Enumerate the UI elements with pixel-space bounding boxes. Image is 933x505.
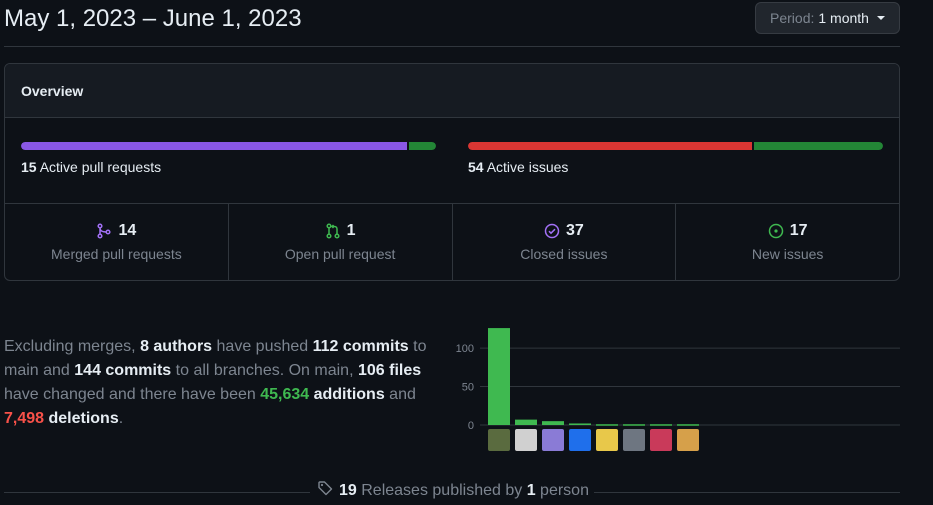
header: May 1, 2023 – June 1, 2023 Period: 1 mon…: [4, 0, 900, 47]
contributors-bar-chart: 0 50 100: [456, 328, 900, 451]
stat-new-count: 17: [789, 222, 808, 239]
avatar[interactable]: [677, 429, 699, 451]
bar: [623, 424, 645, 426]
commits-main-link[interactable]: 112 commits: [313, 338, 409, 355]
overview-bars: 15 Active pull requests 54 Active issues: [5, 118, 899, 204]
overview-stats: 14 Merged pull requests 1 Open pull requ…: [5, 204, 899, 280]
avatar[interactable]: [542, 429, 564, 451]
commits-all-link[interactable]: 144 commits: [74, 362, 171, 379]
stat-open-count: 1: [346, 222, 356, 239]
bar: [515, 419, 537, 425]
y-tick-label: 50: [462, 382, 474, 394]
stat-merged-count: 14: [118, 222, 137, 239]
merged-pr-icon: [96, 223, 112, 239]
overview-header: Overview: [5, 64, 899, 118]
y-tick-label: 0: [468, 420, 474, 432]
stat-new-issues[interactable]: 17 New issues: [676, 204, 899, 280]
bar: [677, 424, 699, 426]
pr-summary[interactable]: 15 Active pull requests: [21, 142, 436, 175]
stat-merged-label: Merged pull requests: [51, 246, 182, 262]
tag-icon: [317, 480, 333, 501]
period-value: 1 month: [818, 10, 869, 26]
pr-merged-segment: [21, 142, 407, 150]
avatar[interactable]: [569, 429, 591, 451]
issues-label: Active issues: [486, 159, 569, 175]
closed-issue-icon: [544, 223, 560, 239]
releases-row: 19 Releases published by 1 person: [4, 478, 900, 500]
commit-summary: Excluding merges, 8 authors have pushed …: [4, 335, 444, 431]
issues-closed-segment: [468, 142, 753, 150]
avatar[interactable]: [515, 429, 537, 451]
bar: [569, 423, 591, 425]
caret-down-icon: [876, 16, 885, 20]
stat-new-label: New issues: [751, 246, 824, 262]
releases-link[interactable]: 19 Releases published by 1 person: [317, 480, 589, 501]
issues-summary[interactable]: 54 Active issues: [468, 142, 883, 175]
period-label: Period:: [770, 10, 815, 26]
summary-text: to all branches. On main,: [171, 362, 358, 379]
releases-divider-right: [594, 492, 900, 493]
issues-count: 54: [468, 159, 484, 175]
open-pr-icon: [325, 223, 341, 239]
pr-count: 15: [21, 159, 37, 175]
bar: [650, 424, 672, 426]
summary-text: have changed and there have been: [4, 386, 261, 403]
stat-merged-prs[interactable]: 14 Merged pull requests: [5, 204, 229, 280]
pr-summary-label: 15 Active pull requests: [21, 159, 436, 175]
avatar[interactable]: [623, 429, 645, 451]
stat-closed-count: 37: [565, 222, 584, 239]
issues-progress-bar: [468, 142, 883, 150]
issues-summary-label: 54 Active issues: [468, 159, 883, 175]
pr-open-segment: [408, 142, 436, 150]
date-range-title: May 1, 2023 – June 1, 2023: [4, 5, 302, 32]
overview-panel: Overview 15 Active pull requests 54 Acti…: [4, 63, 900, 281]
releases-people-count: 1: [526, 481, 536, 499]
stat-open-prs[interactable]: 1 Open pull request: [229, 204, 453, 280]
releases-divider-left: [4, 492, 310, 493]
issues-open-segment: [754, 142, 883, 150]
pr-progress-bar: [21, 142, 436, 150]
avatar[interactable]: [650, 429, 672, 451]
period-select-button[interactable]: Period: 1 month: [755, 2, 900, 34]
overview-title: Overview: [21, 82, 84, 99]
releases-text: person: [535, 481, 589, 499]
releases-text: Releases published by: [356, 481, 527, 499]
deletions-label: deletions: [44, 410, 119, 427]
bar: [488, 328, 510, 425]
y-tick-label: 100: [456, 343, 474, 355]
summary-text: have pushed: [212, 338, 313, 355]
summary-text: and: [384, 386, 416, 403]
stat-open-label: Open pull request: [284, 246, 396, 262]
additions-count: 45,634: [260, 386, 310, 403]
new-issue-icon: [768, 223, 784, 239]
pr-label: Active pull requests: [39, 159, 162, 175]
avatar[interactable]: [596, 429, 618, 451]
bar: [542, 421, 564, 425]
authors-link[interactable]: 8 authors: [140, 338, 212, 355]
files-count: 106 files: [357, 362, 422, 379]
avatar[interactable]: [488, 429, 510, 451]
summary-text: .: [118, 410, 124, 427]
stat-closed-issues[interactable]: 37 Closed issues: [453, 204, 677, 280]
releases-count: 19: [339, 481, 357, 499]
summary-text: Excluding merges,: [4, 338, 141, 355]
bar: [596, 424, 618, 426]
deletions-count: 7,498: [4, 410, 45, 427]
stat-closed-label: Closed issues: [520, 246, 608, 262]
additions-label: additions: [309, 386, 385, 403]
